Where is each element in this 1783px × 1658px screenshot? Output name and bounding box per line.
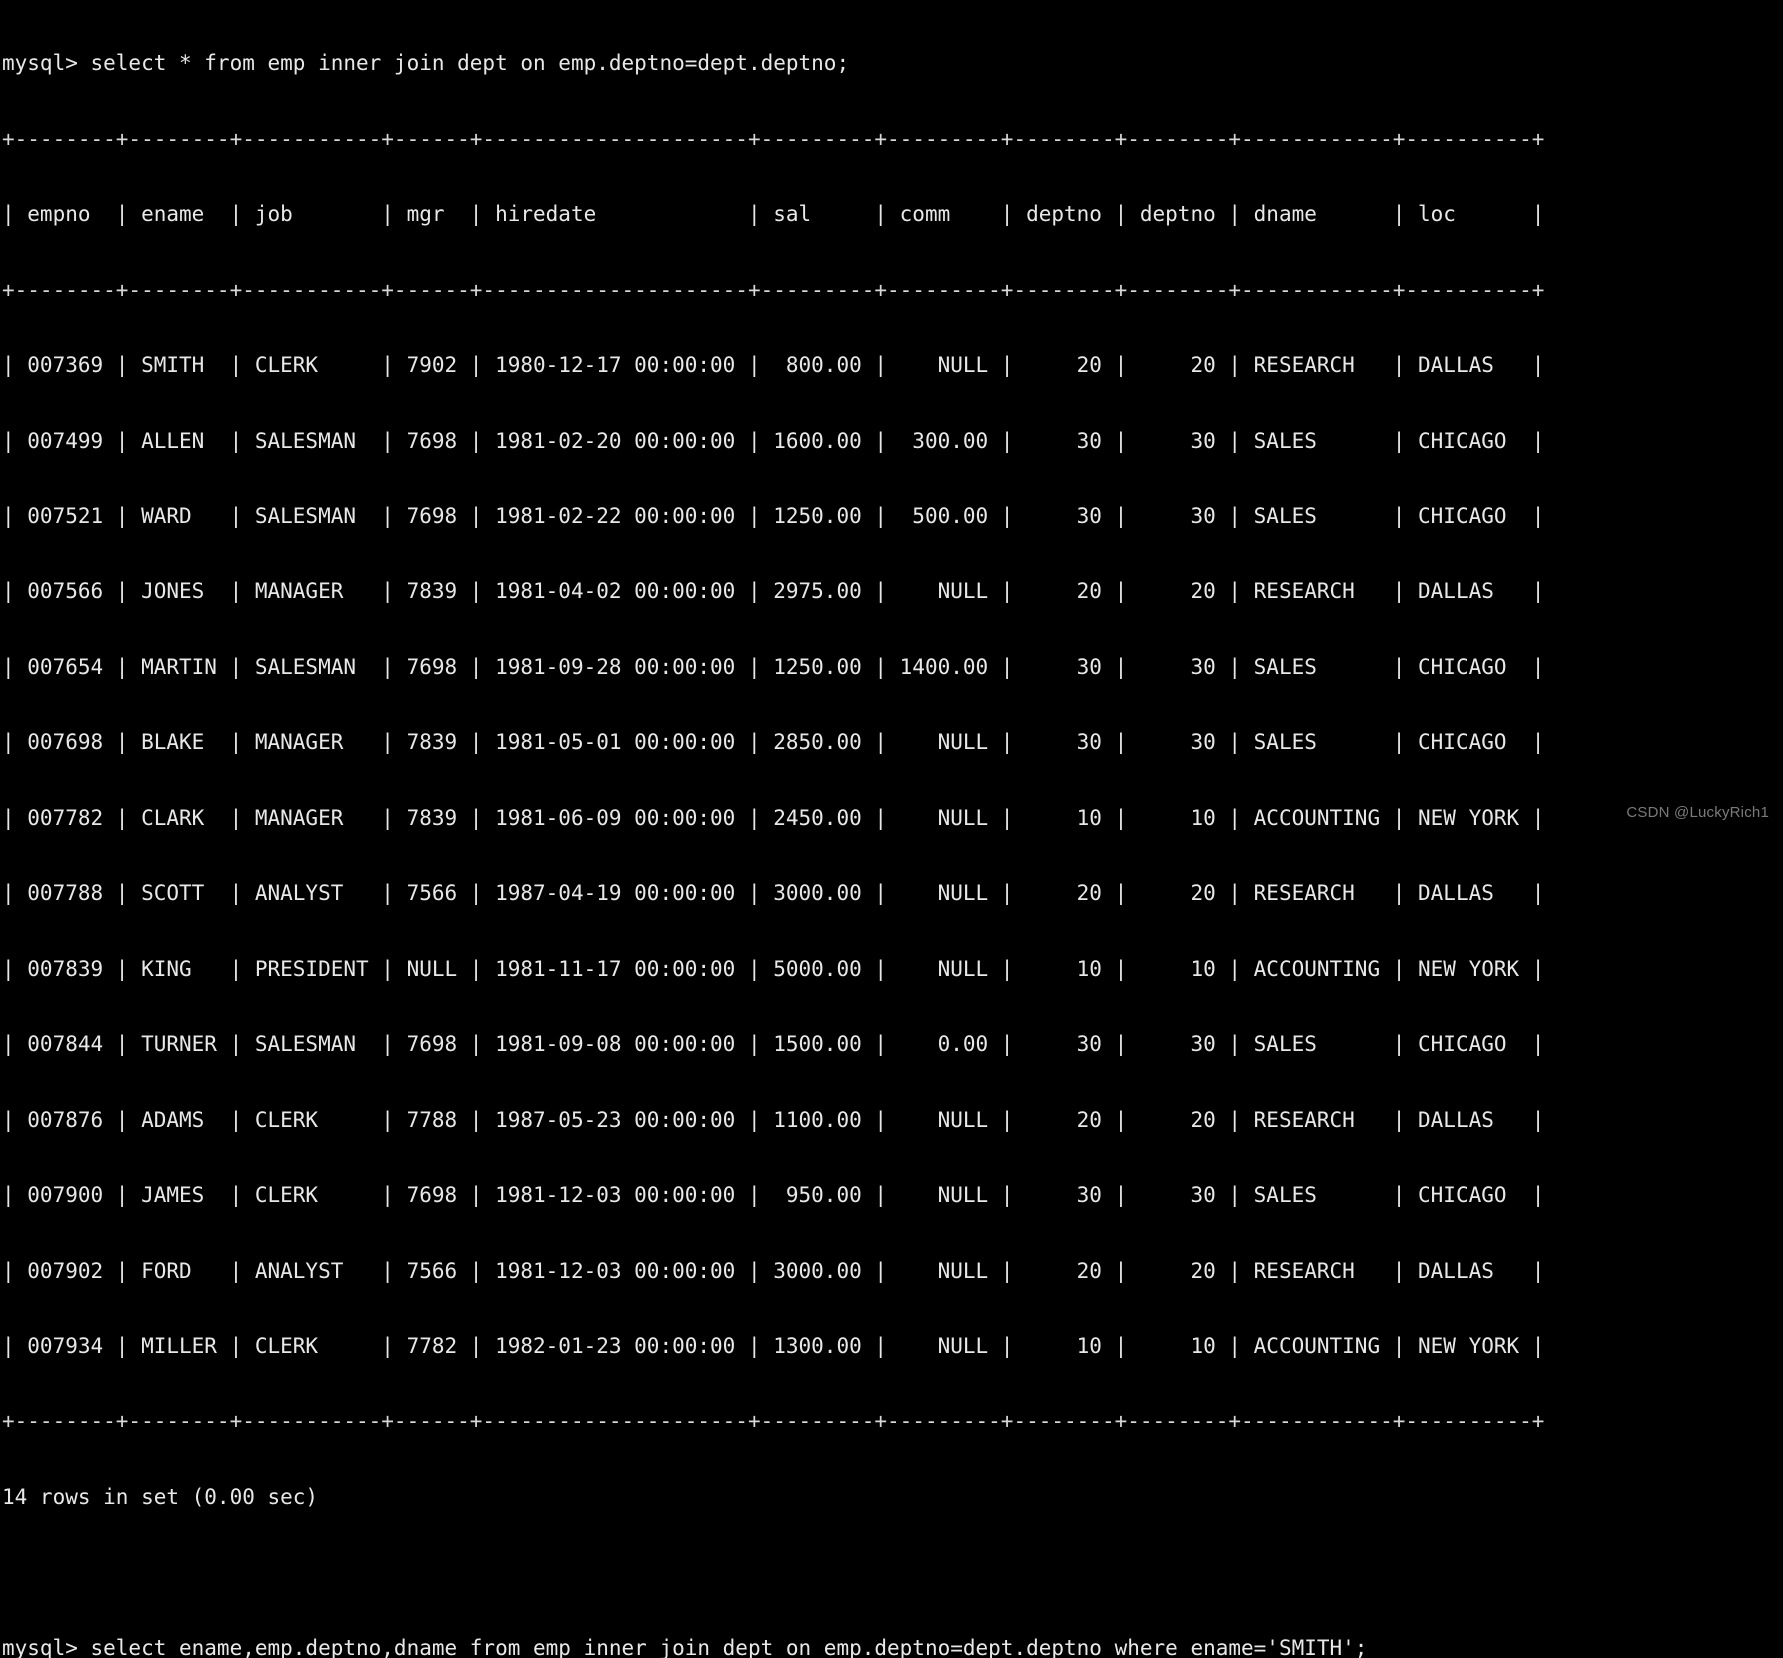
query1-command-line: mysql> select * from emp inner join dept…: [2, 51, 850, 76]
table-row: | 007844 | TURNER | SALESMAN | 7698 | 19…: [2, 1032, 1545, 1057]
query1-header-row: | empno | ename | job | mgr | hiredate |…: [2, 202, 1545, 227]
query2-command-line: mysql> select ename,emp.deptno,dname fro…: [2, 1635, 1368, 1658]
table-row: | 007566 | JONES | MANAGER | 7839 | 1981…: [2, 579, 1545, 604]
table-row: | 007499 | ALLEN | SALESMAN | 7698 | 198…: [2, 428, 1545, 453]
query1-header-separator: +--------+--------+-----------+------+--…: [2, 277, 1545, 302]
table-row: | 007698 | BLAKE | MANAGER | 7839 | 1981…: [2, 730, 1545, 755]
table-row: | 007369 | SMITH | CLERK | 7902 | 1980-1…: [2, 353, 1545, 378]
table-row: | 007934 | MILLER | CLERK | 7782 | 1982-…: [2, 1334, 1545, 1359]
query1-top-separator: +--------+--------+-----------+------+--…: [2, 126, 1545, 151]
table-row: | 007521 | WARD | SALESMAN | 7698 | 1981…: [2, 504, 1545, 529]
csdn-watermark: CSDN @LuckyRich1: [1626, 804, 1769, 821]
query1-bottom-separator: +--------+--------+-----------+------+--…: [2, 1409, 1545, 1434]
table-row: | 007782 | CLARK | MANAGER | 7839 | 1981…: [2, 805, 1545, 830]
table-row: | 007902 | FORD | ANALYST | 7566 | 1981-…: [2, 1258, 1545, 1283]
terminal-screen[interactable]: mysql> select * from emp inner join dept…: [0, 0, 1783, 1658]
table-row: | 007876 | ADAMS | CLERK | 7788 | 1987-0…: [2, 1107, 1545, 1132]
query1-status-line: 14 rows in set (0.00 sec): [2, 1484, 319, 1509]
table-row: | 007839 | KING | PRESIDENT | NULL | 198…: [2, 956, 1545, 981]
table-row: | 007900 | JAMES | CLERK | 7698 | 1981-1…: [2, 1183, 1545, 1208]
table-row: | 007788 | SCOTT | ANALYST | 7566 | 1987…: [2, 881, 1545, 906]
table-row: | 007654 | MARTIN | SALESMAN | 7698 | 19…: [2, 654, 1545, 679]
